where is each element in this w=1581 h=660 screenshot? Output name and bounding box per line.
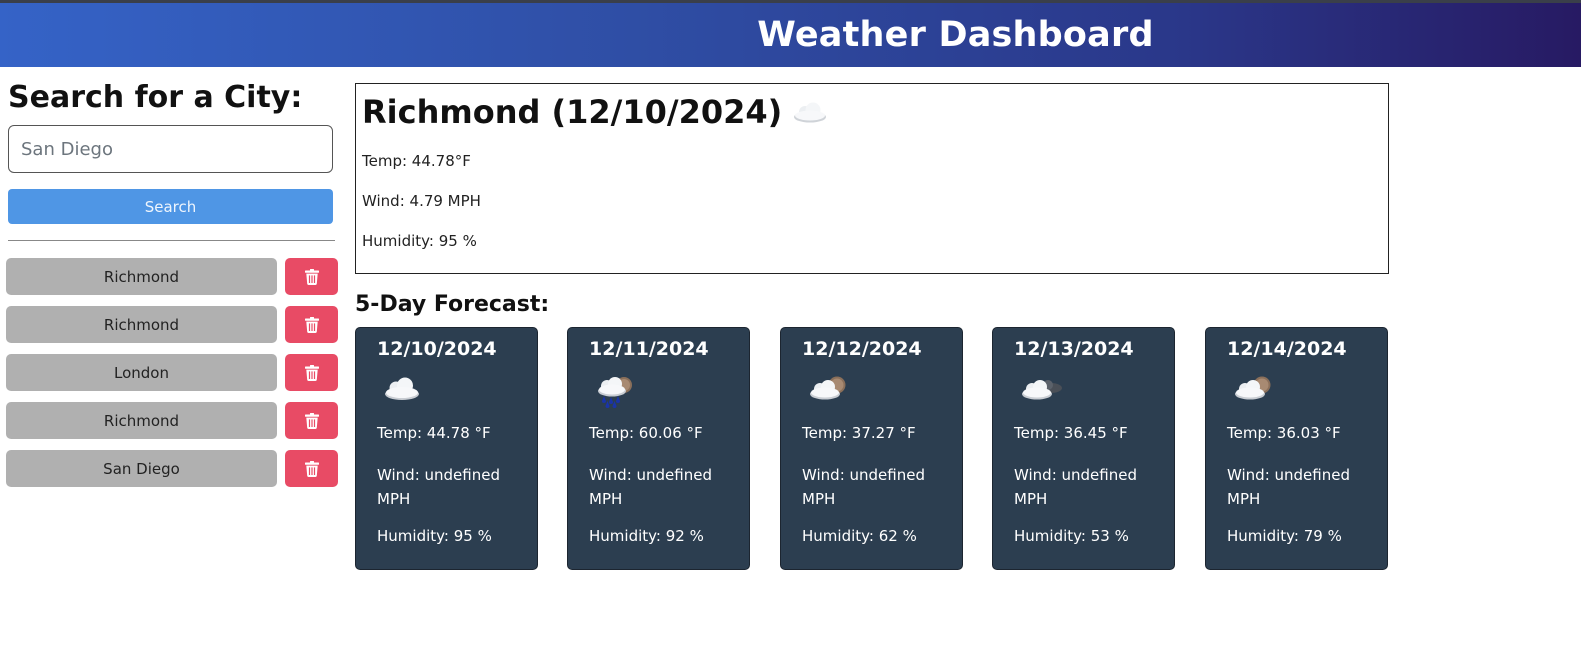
cloud-sun-icon xyxy=(810,376,846,400)
forecast-humidity: Humidity: 92 % xyxy=(589,527,704,545)
delete-history-button[interactable] xyxy=(285,354,338,391)
search-button[interactable]: Search xyxy=(8,189,333,224)
current-wind: Wind: 4.79 MPH xyxy=(362,192,481,210)
history-item: London xyxy=(6,354,338,391)
forecast-temp: Temp: 60.06 °F xyxy=(589,424,703,442)
trash-icon xyxy=(304,316,319,333)
history-item: San Diego xyxy=(6,450,338,487)
forecast-temp: Temp: 37.27 °F xyxy=(802,424,916,442)
delete-history-button[interactable] xyxy=(285,306,338,343)
delete-history-button[interactable] xyxy=(285,402,338,439)
current-weather-heading: Richmond (12/10/2024) xyxy=(362,93,783,131)
forecast-humidity: Humidity: 95 % xyxy=(377,527,492,545)
forecast-card: 12/12/2024 Temp: 37.27 °F Wind: undefine… xyxy=(780,327,963,570)
forecast-date: 12/13/2024 xyxy=(1014,338,1134,360)
forecast-wind: Wind: undefined MPH xyxy=(802,466,925,508)
delete-history-button[interactable] xyxy=(285,450,338,487)
current-temp: Temp: 44.78°F xyxy=(362,152,471,170)
trash-icon xyxy=(304,268,319,285)
history-city-button[interactable]: Richmond xyxy=(6,306,277,343)
forecast-temp: Temp: 36.45 °F xyxy=(1014,424,1128,442)
trash-icon xyxy=(304,364,319,381)
history-city-button[interactable]: San Diego xyxy=(6,450,277,487)
forecast-humidity: Humidity: 79 % xyxy=(1227,527,1342,545)
history-city-button[interactable]: London xyxy=(6,354,277,391)
trash-icon xyxy=(304,412,319,429)
forecast-date: 12/11/2024 xyxy=(589,338,709,360)
cloud-icon xyxy=(794,102,827,123)
forecast-date: 12/12/2024 xyxy=(802,338,922,360)
rain-cloud-icon xyxy=(598,377,632,408)
forecast-date: 12/10/2024 xyxy=(377,338,497,360)
current-weather-panel: Richmond (12/10/2024) Temp: 44.78°F Wind… xyxy=(355,83,1389,274)
forecast-wind: Wind: undefined MPH xyxy=(589,466,712,508)
cloud-sun-icon xyxy=(1235,376,1271,400)
history-city-button[interactable]: Richmond xyxy=(6,402,277,439)
search-history-list: Richmond Richmond London Richmond San Di… xyxy=(6,258,338,498)
forecast-date: 12/14/2024 xyxy=(1227,338,1347,360)
forecast-card: 12/14/2024 Temp: 36.03 °F Wind: undefine… xyxy=(1205,327,1388,570)
forecast-temp: Temp: 44.78 °F xyxy=(377,424,491,442)
forecast-humidity: Humidity: 62 % xyxy=(802,527,917,545)
page-header: Weather Dashboard xyxy=(0,3,1581,67)
delete-history-button[interactable] xyxy=(285,258,338,295)
city-search-input[interactable] xyxy=(8,125,333,173)
history-item: Richmond xyxy=(6,306,338,343)
cloud-icon xyxy=(385,377,419,400)
forecast-humidity: Humidity: 53 % xyxy=(1014,527,1129,545)
history-item: Richmond xyxy=(6,402,338,439)
history-city-button[interactable]: Richmond xyxy=(6,258,277,295)
trash-icon xyxy=(304,460,319,477)
forecast-wind: Wind: undefined MPH xyxy=(1227,466,1350,508)
current-humidity: Humidity: 95 % xyxy=(362,232,477,250)
page-title: Weather Dashboard xyxy=(757,15,1154,55)
cloud-dark-icon xyxy=(1022,380,1062,400)
forecast-temp: Temp: 36.03 °F xyxy=(1227,424,1341,442)
forecast-card: 12/10/2024 Temp: 44.78 °F Wind: undefine… xyxy=(355,327,538,570)
forecast-card: 12/11/2024 Temp: 60.06 °F Wind: undefine… xyxy=(567,327,750,570)
forecast-cards: 12/10/2024 Temp: 44.78 °F Wind: undefine… xyxy=(355,327,1389,570)
history-item: Richmond xyxy=(6,258,338,295)
forecast-card: 12/13/2024 Temp: 36.45 °F Wind: undefine… xyxy=(992,327,1175,570)
search-section-title: Search for a City: xyxy=(8,80,303,115)
sidebar-divider xyxy=(8,240,335,241)
forecast-wind: Wind: undefined MPH xyxy=(377,466,500,508)
forecast-title: 5-Day Forecast: xyxy=(355,292,550,317)
forecast-wind: Wind: undefined MPH xyxy=(1014,466,1137,508)
